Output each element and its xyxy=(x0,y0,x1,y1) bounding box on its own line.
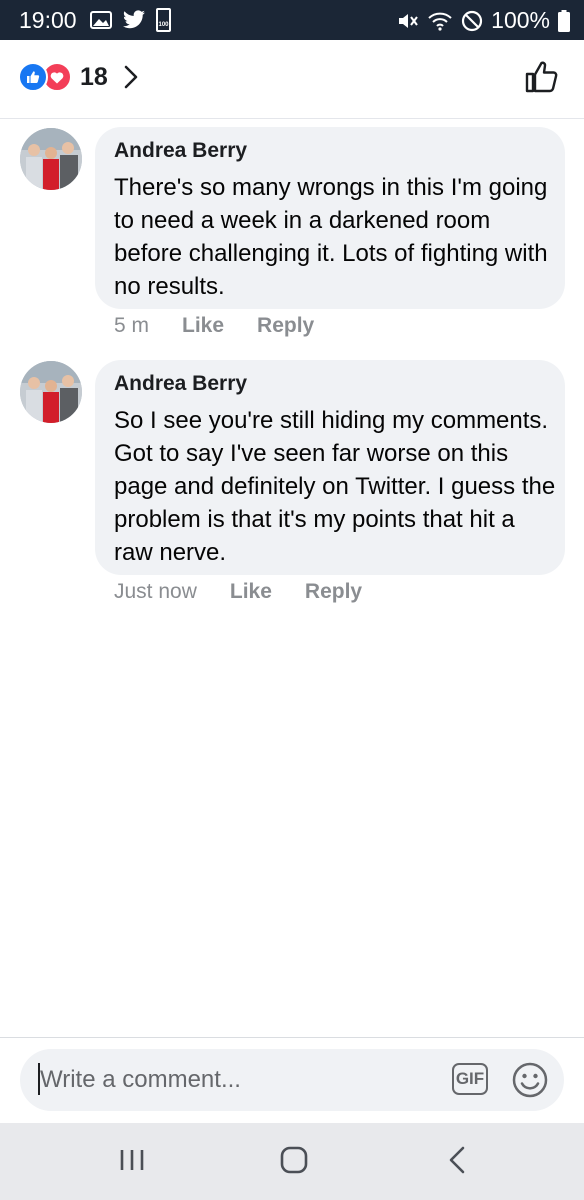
home-icon[interactable] xyxy=(279,1145,309,1175)
comment-author[interactable]: Andrea Berry xyxy=(114,372,247,396)
system-navigation-bar xyxy=(0,1123,584,1200)
like-post-button[interactable] xyxy=(524,60,558,99)
gif-button[interactable]: GIF xyxy=(452,1063,488,1095)
thumbs-up-icon xyxy=(525,61,558,93)
comment-input[interactable]: Write a comment... GIF xyxy=(20,1049,564,1111)
reactions-summary[interactable]: 18 xyxy=(18,62,138,92)
do-not-disturb-icon xyxy=(462,10,483,31)
status-bar: 19:00 100 100% xyxy=(0,0,584,40)
comment-actions: Just now Like Reply xyxy=(114,580,362,604)
like-reaction-icon xyxy=(18,62,48,92)
comment-actions: 5 m Like Reply xyxy=(114,314,314,338)
gallery-icon xyxy=(90,11,112,29)
reply-comment-button[interactable]: Reply xyxy=(257,314,314,338)
profile-photo xyxy=(20,361,82,423)
emoji-icon[interactable] xyxy=(511,1061,549,1099)
comment-timestamp[interactable]: 5 m xyxy=(114,314,149,338)
reply-comment-button[interactable]: Reply xyxy=(305,580,362,604)
comment-text: There's so many wrongs in this I'm going… xyxy=(114,174,548,300)
battery-saver-icon: 100 xyxy=(156,8,171,32)
twitter-icon xyxy=(123,10,145,29)
status-time: 19:00 xyxy=(19,7,77,33)
comment-text: So I see you're still hiding my comments… xyxy=(114,407,556,566)
avatar[interactable] xyxy=(20,128,82,190)
comment-timestamp[interactable]: Just now xyxy=(114,580,197,604)
comment-input-placeholder: Write a comment... xyxy=(40,1066,241,1093)
battery-icon xyxy=(558,9,570,32)
profile-photo xyxy=(20,128,82,190)
battery-percent: 100% xyxy=(491,7,550,33)
recent-apps-icon[interactable] xyxy=(118,1145,146,1175)
notification-icons: 100 xyxy=(90,8,171,32)
comment-author[interactable]: Andrea Berry xyxy=(114,139,247,163)
post-header: 18 xyxy=(0,40,584,119)
comment-item: Andrea Berry So I see you're still hidin… xyxy=(0,360,584,610)
like-comment-button[interactable]: Like xyxy=(230,580,272,604)
comment-bubble: Andrea Berry So I see you're still hidin… xyxy=(95,360,565,575)
comment-bubble: Andrea Berry There's so many wrongs in t… xyxy=(95,127,565,309)
reaction-count: 18 xyxy=(80,62,108,91)
mute-icon xyxy=(399,13,418,28)
system-indicators: 100% xyxy=(397,7,570,34)
wifi-icon xyxy=(428,12,452,31)
avatar[interactable] xyxy=(20,361,82,423)
comment-item: Andrea Berry There's so many wrongs in t… xyxy=(0,127,584,342)
comment-composer-bar: Write a comment... GIF xyxy=(0,1037,584,1124)
battery-saver-label: 100 xyxy=(158,22,169,28)
chevron-right-icon xyxy=(124,65,138,89)
back-icon[interactable] xyxy=(446,1145,468,1175)
like-comment-button[interactable]: Like xyxy=(182,314,224,338)
